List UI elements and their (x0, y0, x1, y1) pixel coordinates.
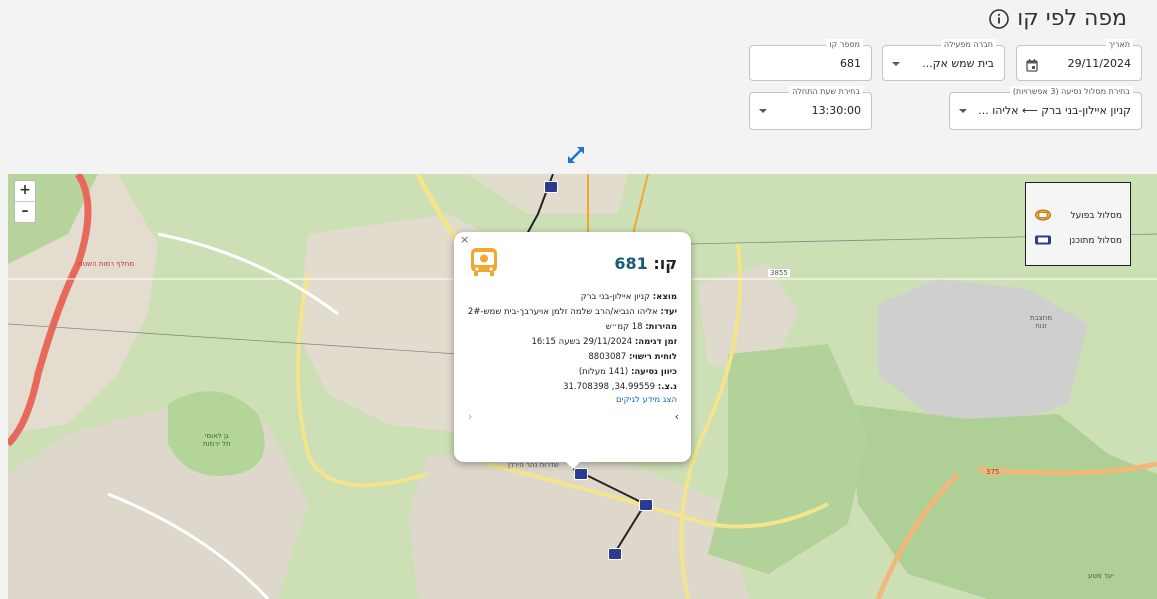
popup-title: קו: 681 (614, 254, 677, 273)
zoom-out-button[interactable]: – (15, 202, 35, 222)
popup-row: מהירות: 18 קמ״ש (605, 322, 677, 332)
info-icon[interactable] (989, 8, 1009, 29)
popup-line-number: 681 (614, 254, 648, 273)
popup-line-prefix: קו: (653, 254, 677, 273)
bus-stop-marker[interactable] (574, 468, 588, 480)
popup-tip (566, 462, 580, 469)
popup-prev-button[interactable]: › (675, 410, 679, 423)
popup-row: לוחית רישוי: 8803087 (588, 352, 677, 362)
map-label-street: מחלף רמות השטח (78, 260, 135, 268)
operator-select[interactable]: חברה מפעילה בית שמש אק... (882, 39, 1005, 81)
bus-stop-marker[interactable] (639, 499, 653, 511)
bus-stop-marker[interactable] (544, 181, 558, 193)
popup-row: זמן דגימה: 29/11/2024 בשעה 16:15 (531, 337, 677, 347)
chevron-down-icon (759, 109, 767, 113)
popup-row: נ.צ.: 34.99559, 31.708398 (563, 382, 677, 392)
map-label-street: שדרות נהר הירדן (508, 461, 559, 469)
close-icon[interactable]: × (460, 233, 469, 246)
zoom-control: + – (14, 180, 36, 223)
operator-value: בית שמש אק... (922, 57, 994, 70)
expand-icon[interactable] (565, 144, 587, 170)
popup-row: מוצא: קניון איילון-בני ברק (580, 292, 677, 302)
line-number-value: 681 (840, 57, 861, 70)
map-view[interactable]: גן לאומי תל ירמות מחצבת זנוח 3855 375 יע… (8, 174, 1157, 599)
actual-route-icon (1034, 209, 1052, 224)
bus-icon (468, 246, 500, 282)
start-time-value: 13:30:00 (811, 104, 861, 117)
chevron-down-icon (892, 62, 900, 66)
map-label-area: יער מטע (1088, 572, 1114, 580)
calendar-icon[interactable] (1026, 57, 1038, 76)
bus-stop-marker[interactable] (608, 548, 622, 560)
legend-label: מסלול בפועל (1070, 211, 1122, 221)
page-header: מפה לפי קו (989, 6, 1127, 31)
popup-next-button[interactable]: ‹ (468, 410, 472, 423)
map-label-quarry: מחצבת זנוח (1030, 314, 1053, 330)
geek-info-link[interactable]: הצג מידע לגיקים (616, 395, 677, 405)
planned-route-icon (1034, 234, 1052, 249)
route-value: קניון איילון-בני ברק ⟵ אליהו ... (978, 104, 1131, 117)
map-label-road-3855: 3855 (768, 269, 790, 277)
start-time-select[interactable]: בחירת שעת התחלה 13:30:00 (749, 86, 872, 130)
legend-label: מסלול מתוכנן (1069, 236, 1122, 246)
map-label-forest: גן לאומי תל ירמות (203, 432, 231, 448)
date-field[interactable]: תאריך 29/11/2024 (1016, 39, 1142, 81)
legend-item-planned: מסלול מתוכנן (1034, 233, 1122, 249)
map-label-road-375: 375 (984, 468, 1002, 476)
map-legend: מסלול בפועל מסלול מתוכנן (1025, 182, 1131, 266)
vehicle-popup: × קו: 681 מוצא: קניון איילון-בני ברק יעד… (454, 232, 691, 469)
legend-item-actual: מסלול בפועל (1034, 208, 1122, 224)
chevron-down-icon (959, 109, 967, 113)
popup-details: מוצא: קניון איילון-בני ברק יעד: אליהו הנ… (464, 290, 677, 395)
popup-row: יעד: אליהו הנביא/הרב שלמה זלמן אויערבך-ב… (467, 307, 677, 317)
zoom-in-button[interactable]: + (15, 181, 35, 202)
popup-row: כיוון נסיעה: (141 מעלות) (578, 367, 677, 377)
route-select[interactable]: בחירת מסלול נסיעה (3 אפשרויות) קניון איי… (949, 86, 1142, 130)
date-value: 29/11/2024 (1067, 57, 1131, 70)
line-number-input[interactable]: מספר קו 681 (749, 39, 872, 81)
page-title: מפה לפי קו (1017, 6, 1127, 31)
